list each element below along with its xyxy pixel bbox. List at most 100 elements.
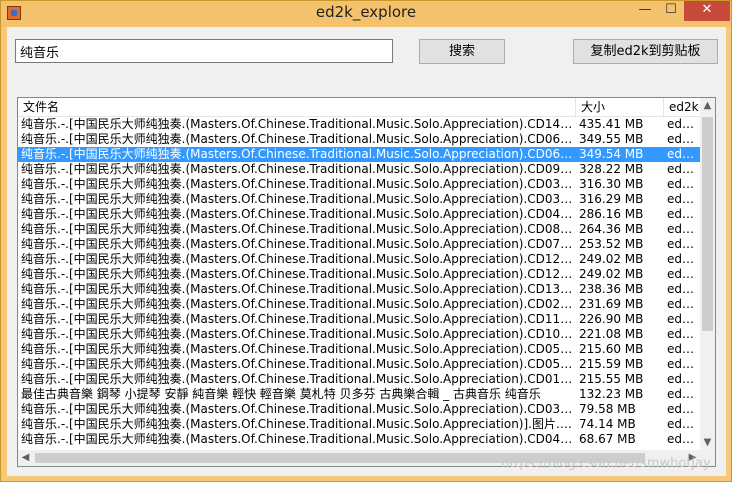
cell-size: 132.23 MB	[579, 387, 644, 401]
cell-ed2k: ed2k:	[667, 222, 700, 236]
cell-filename: 纯音乐.-.[中国民乐大师纯独奏.(Masters.Of.Chinese.Tra…	[21, 267, 576, 281]
cell-filename: 纯音乐.-.[中国民乐大师纯独奏.(Masters.Of.Chinese.Tra…	[21, 117, 576, 131]
table-row[interactable]: 纯音乐.-.[中国民乐大师纯独奏.(Masters.Of.Chinese.Tra…	[18, 117, 700, 132]
cell-ed2k: ed2k:	[667, 237, 700, 251]
table-row[interactable]: 纯音乐.-.[中国民乐大师纯独奏.(Masters.Of.Chinese.Tra…	[18, 132, 700, 147]
window-title: ed2k_explore	[315, 3, 417, 21]
table-row[interactable]: 纯音乐.-.[中国民乐大师纯独奏.(Masters.Of.Chinese.Tra…	[18, 252, 700, 267]
cell-filename: 纯音乐.-.[中国民乐大师纯独奏.(Masters.Of.Chinese.Tra…	[21, 297, 576, 311]
cell-filename: 纯音乐.-.[中国民乐大师纯独奏.(Masters.Of.Chinese.Tra…	[21, 147, 576, 161]
cell-ed2k: ed2k:	[667, 207, 700, 221]
cell-ed2k: ed2k:	[667, 267, 700, 281]
table-row[interactable]: 纯音乐.-.[中国民乐大师纯独奏.(Masters.Of.Chinese.Tra…	[18, 207, 700, 222]
cell-ed2k: ed2k:	[667, 432, 700, 446]
scroll-left-icon[interactable]: ◀	[18, 450, 33, 466]
cell-size: 249.02 MB	[579, 267, 644, 281]
cell-ed2k: ed2k:	[667, 402, 700, 416]
cell-filename: 最佳古典音樂 鋼琴 小提琴 安靜 純音樂 輕快 輕音樂 莫札特 贝多芬 古典樂合…	[21, 387, 541, 401]
cell-filename: 纯音乐.-.[中国民乐大师纯独奏.(Masters.Of.Chinese.Tra…	[21, 402, 576, 416]
cell-size: 435.41 MB	[579, 117, 644, 131]
cell-size: 221.08 MB	[579, 327, 644, 341]
cell-size: 316.30 MB	[579, 177, 644, 191]
cell-size: 215.59 MB	[579, 357, 644, 371]
cell-filename: 纯音乐.-.[中国民乐大师纯独奏.(Masters.Of.Chinese.Tra…	[21, 222, 576, 236]
column-header-filename[interactable]: 文件名	[18, 98, 576, 116]
vertical-scroll-thumb[interactable]	[702, 117, 713, 331]
cell-ed2k: ed2k:	[667, 117, 700, 131]
cell-ed2k: ed2k:	[667, 357, 700, 371]
table-row[interactable]: 纯音乐.-.[中国民乐大师纯独奏.(Masters.Of.Chinese.Tra…	[18, 417, 700, 432]
cell-size: 249.02 MB	[579, 252, 644, 266]
maximize-button[interactable]: ☐	[658, 1, 684, 21]
table-row[interactable]: 纯音乐.-.[中国民乐大师纯独奏.(Masters.Of.Chinese.Tra…	[18, 162, 700, 177]
scroll-up-icon[interactable]: ▲	[700, 98, 715, 113]
watermark: https://blog.csdn.net/smwhotjay	[501, 456, 711, 471]
cell-size: 328.22 MB	[579, 162, 644, 176]
close-button[interactable]: ✕	[684, 1, 730, 21]
cell-size: 74.14 MB	[579, 417, 636, 431]
cell-filename: 纯音乐.-.[中国民乐大师纯独奏.(Masters.Of.Chinese.Tra…	[21, 327, 576, 341]
table-row[interactable]: 纯音乐.-.[中国民乐大师纯独奏.(Masters.Of.Chinese.Tra…	[18, 282, 700, 297]
cell-size: 264.36 MB	[579, 222, 644, 236]
table-row[interactable]: 纯音乐.-.[中国民乐大师纯独奏.(Masters.Of.Chinese.Tra…	[18, 147, 700, 162]
cell-filename: 纯音乐.-.[中国民乐大师纯独奏.(Masters.Of.Chinese.Tra…	[21, 312, 576, 326]
column-header-size[interactable]: 大小	[576, 98, 664, 116]
cell-ed2k: ed2k:	[667, 417, 700, 431]
cell-size: 68.67 MB	[579, 432, 636, 446]
title-bar[interactable]: ed2k_explore — ☐ ✕	[1, 1, 731, 27]
table-row[interactable]: 纯音乐.-.[中国民乐大师纯独奏.(Masters.Of.Chinese.Tra…	[18, 267, 700, 282]
table-row[interactable]: 纯音乐.-.[中国民乐大师纯独奏.(Masters.Of.Chinese.Tra…	[18, 222, 700, 237]
cell-size: 231.69 MB	[579, 297, 644, 311]
cell-size: 253.52 MB	[579, 237, 644, 251]
cell-filename: 纯音乐.-.[中国民乐大师纯独奏.(Masters.Of.Chinese.Tra…	[21, 132, 576, 146]
table-row[interactable]: 纯音乐.-.[中国民乐大师纯独奏.(Masters.Of.Chinese.Tra…	[18, 372, 700, 387]
cell-filename: 纯音乐.-.[中国民乐大师纯独奏.(Masters.Of.Chinese.Tra…	[21, 282, 576, 296]
cell-filename: 纯音乐.-.[中国民乐大师纯独奏.(Masters.Of.Chinese.Tra…	[21, 432, 576, 446]
search-input[interactable]	[15, 39, 393, 63]
table-row[interactable]: 最佳古典音樂 鋼琴 小提琴 安靜 純音樂 輕快 輕音樂 莫札特 贝多芬 古典樂合…	[18, 387, 700, 402]
cell-filename: 纯音乐.-.[中国民乐大师纯独奏.(Masters.Of.Chinese.Tra…	[21, 372, 576, 386]
scroll-down-icon[interactable]: ▼	[700, 435, 715, 450]
table-row[interactable]: 纯音乐.-.[中国民乐大师纯独奏.(Masters.Of.Chinese.Tra…	[18, 432, 700, 447]
cell-size: 215.55 MB	[579, 372, 644, 386]
table-row[interactable]: 纯音乐.-.[中国民乐大师纯独奏.(Masters.Of.Chinese.Tra…	[18, 297, 700, 312]
cell-ed2k: ed2k:	[667, 342, 700, 356]
cell-size: 349.54 MB	[579, 147, 644, 161]
cell-filename: 纯音乐.-.[中国民乐大师纯独奏.(Masters.Of.Chinese.Tra…	[21, 342, 576, 356]
cell-ed2k: ed2k:	[667, 177, 700, 191]
cell-size: 316.29 MB	[579, 192, 644, 206]
table-row[interactable]: 纯音乐.-.[中国民乐大师纯独奏.(Masters.Of.Chinese.Tra…	[18, 177, 700, 192]
cell-filename: 纯音乐.-.[中国民乐大师纯独奏.(Masters.Of.Chinese.Tra…	[21, 252, 576, 266]
cell-ed2k: ed2k:	[667, 297, 700, 311]
table-row[interactable]: 纯音乐.-.[中国民乐大师纯独奏.(Masters.Of.Chinese.Tra…	[18, 402, 700, 417]
results-list[interactable]: 文件名 大小 ed2k 纯音乐.-.[中国民乐大师纯独奏.(Masters.Of…	[17, 97, 716, 467]
vertical-scrollbar[interactable]: ▲ ▼	[700, 98, 715, 450]
minimize-button[interactable]: —	[632, 1, 658, 21]
cell-ed2k: ed2k:	[667, 162, 700, 176]
cell-ed2k: ed2k:	[667, 282, 700, 296]
table-row[interactable]: 纯音乐.-.[中国民乐大师纯独奏.(Masters.Of.Chinese.Tra…	[18, 327, 700, 342]
table-row[interactable]: 纯音乐.-.[中国民乐大师纯独奏.(Masters.Of.Chinese.Tra…	[18, 312, 700, 327]
cell-ed2k: ed2k:	[667, 252, 700, 266]
cell-ed2k: ed2k:	[667, 327, 700, 341]
list-header: 文件名 大小 ed2k	[18, 98, 715, 117]
cell-filename: 纯音乐.-.[中国民乐大师纯独奏.(Masters.Of.Chinese.Tra…	[21, 417, 576, 431]
search-button[interactable]: 搜索	[419, 39, 505, 64]
cell-size: 79.58 MB	[579, 402, 636, 416]
cell-filename: 纯音乐.-.[中国民乐大师纯独奏.(Masters.Of.Chinese.Tra…	[21, 207, 576, 221]
cell-size: 349.55 MB	[579, 132, 644, 146]
table-row[interactable]: 纯音乐.-.[中国民乐大师纯独奏.(Masters.Of.Chinese.Tra…	[18, 342, 700, 357]
cell-size: 226.90 MB	[579, 312, 644, 326]
app-window: ed2k_explore — ☐ ✕ 搜索 复制ed2k到剪贴板 文件名 大小 …	[0, 0, 732, 482]
table-row[interactable]: 纯音乐.-.[中国民乐大师纯独奏.(Masters.Of.Chinese.Tra…	[18, 237, 700, 252]
cell-filename: 纯音乐.-.[中国民乐大师纯独奏.(Masters.Of.Chinese.Tra…	[21, 192, 576, 206]
cell-filename: 纯音乐.-.[中国民乐大师纯独奏.(Masters.Of.Chinese.Tra…	[21, 162, 576, 176]
table-row[interactable]: 纯音乐.-.[中国民乐大师纯独奏.(Masters.Of.Chinese.Tra…	[18, 357, 700, 372]
copy-ed2k-button[interactable]: 复制ed2k到剪贴板	[573, 39, 718, 64]
cell-filename: 纯音乐.-.[中国民乐大师纯独奏.(Masters.Of.Chinese.Tra…	[21, 237, 576, 251]
table-row[interactable]: 纯音乐.-.[中国民乐大师纯独奏.(Masters.Of.Chinese.Tra…	[18, 192, 700, 207]
cell-ed2k: ed2k:	[667, 372, 700, 386]
cell-ed2k: ed2k:	[667, 192, 700, 206]
cell-ed2k: ed2k:	[667, 312, 700, 326]
cell-filename: 纯音乐.-.[中国民乐大师纯独奏.(Masters.Of.Chinese.Tra…	[21, 177, 576, 191]
